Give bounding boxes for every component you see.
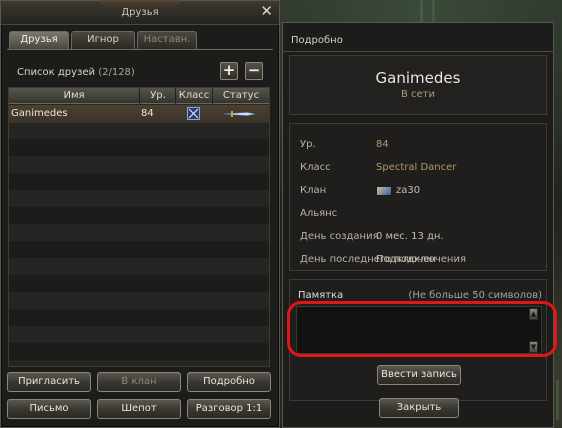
friends-list-label: Список друзей [17,67,96,78]
level-value: 84 [376,139,389,150]
character-info-panel: Ур. 84 Класс Spectral Dancer Клан za30 А… [289,123,547,271]
last-login-value: Подключен [376,254,436,265]
friends-list-title: Список друзей (2/128) [17,67,135,78]
invite-button[interactable]: Пригласить [7,372,91,392]
character-name: Ganimedes [375,69,461,87]
created-label: День создания [300,231,379,242]
save-note-button[interactable]: Ввести запись [377,365,461,385]
column-class[interactable]: Класс [176,90,212,101]
close-button[interactable]: Закрыть [379,398,459,418]
class-value: Spectral Dancer [376,162,457,173]
character-name-panel: Ganimedes В сети [289,55,547,115]
clan-label: Клан [300,185,327,196]
clan-value: za30 [396,185,421,196]
column-level[interactable]: Ур. [140,90,176,101]
friend-name: Ganimedes [11,108,68,119]
title-ornament [97,0,183,7]
friends-window: Друзья ✕ Друзья Игнор Наставн. Список др… [0,0,280,428]
column-name[interactable]: Имя [9,90,139,101]
memo-label: Памятка [298,290,344,301]
class-icon [187,107,200,123]
scroll-up-icon[interactable]: ▲ [529,308,538,320]
level-label: Ур. [300,139,316,150]
friends-table-header: Имя Ур. Класс Статус [9,88,269,104]
clan-crest-icon [376,186,392,196]
column-status[interactable]: Статус [213,90,269,101]
details-window: Подробно Ganimedes В сети Ур. 84 Класс S… [282,22,554,428]
add-friend-button[interactable]: + [220,62,238,80]
online-status: В сети [400,89,435,100]
letter-button[interactable]: Письмо [7,399,91,419]
class-label: Класс [300,162,331,173]
background-grass [432,0,435,22]
tabs-divider [7,49,273,50]
remove-friend-button[interactable]: − [245,62,263,80]
title-divider [283,51,553,52]
tab-ignore[interactable]: Игнор [71,31,135,49]
close-icon[interactable]: ✕ [260,4,273,19]
background-grass [556,380,559,420]
created-value: 0 мес. 13 дн. [376,231,444,242]
tab-mentor[interactable]: Наставн. [137,31,197,49]
whisper-button[interactable]: Шепот [97,399,181,419]
memo-limit: (Не больше 50 символов) [408,290,542,301]
friends-title-bar[interactable]: Друзья ✕ [1,0,279,25]
to-clan-button[interactable]: В клан [97,372,181,392]
friend-level: 84 [141,108,154,119]
friends-count: (2/128) [98,67,135,78]
friends-table: Имя Ур. Класс Статус Ganimedes 84 [8,87,270,367]
friends-window-title: Друзья [121,7,159,18]
private-chat-button[interactable]: Разговор 1:1 [187,399,271,419]
scroll-down-icon[interactable]: ▼ [529,341,538,353]
table-row[interactable]: Ganimedes 84 [9,105,269,123]
sword-icon [223,109,257,122]
alliance-label: Альянс [300,208,338,219]
details-window-title: Подробно [291,35,343,46]
tab-friends[interactable]: Друзья [9,31,69,49]
memo-input[interactable] [296,306,542,354]
details-button[interactable]: Подробно [187,372,271,392]
